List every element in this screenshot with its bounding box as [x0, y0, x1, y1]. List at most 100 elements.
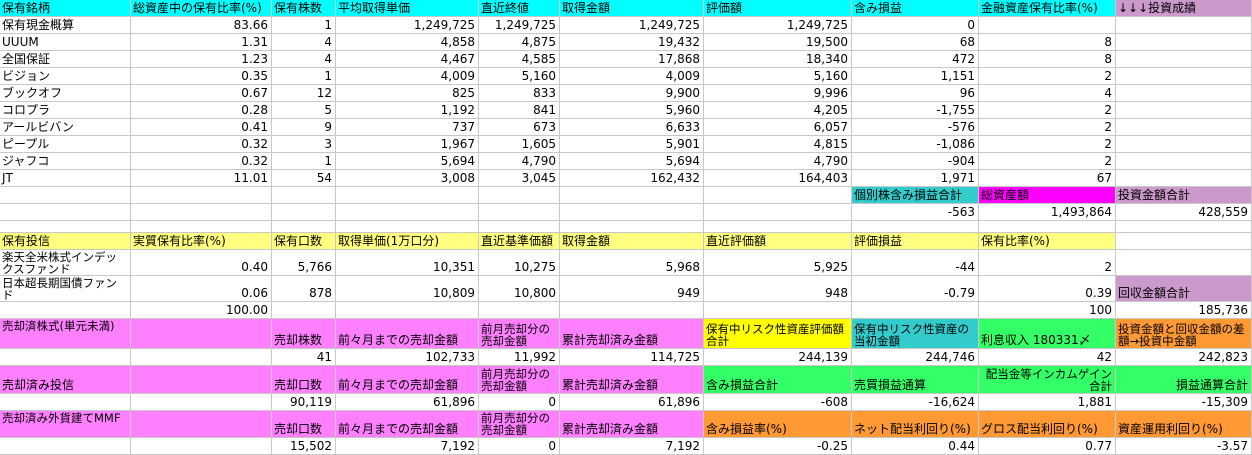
sheet-cell[interactable]: 1,493,864 — [979, 204, 1116, 221]
sheet-cell[interactable]: 114,725 — [560, 349, 704, 366]
sheet-cell[interactable]: 総資産中の保有比率(%) — [131, 0, 272, 17]
sheet-cell[interactable] — [272, 187, 336, 204]
sheet-cell[interactable]: 実質保有比率(%) — [131, 233, 272, 250]
sheet-cell[interactable]: 61,896 — [336, 394, 479, 411]
sheet-cell[interactable] — [0, 438, 131, 455]
sheet-cell[interactable] — [272, 204, 336, 221]
sheet-cell[interactable]: 保有中リスク性資産の当初金額 — [852, 319, 979, 349]
sheet-cell[interactable]: 全国保証 — [0, 51, 131, 68]
sheet-cell[interactable]: 1 — [272, 153, 336, 170]
sheet-cell[interactable]: 前月売却分の売却金額 — [479, 319, 560, 349]
sheet-cell[interactable]: 10,351 — [336, 250, 479, 276]
sheet-cell[interactable]: 4,585 — [479, 51, 560, 68]
sheet-cell[interactable]: 19,432 — [560, 34, 704, 51]
sheet-cell[interactable] — [479, 204, 560, 221]
sheet-cell[interactable]: 前々月までの売却金額 — [336, 366, 479, 394]
sheet-cell[interactable]: 10,275 — [479, 250, 560, 276]
sheet-cell[interactable]: 5,694 — [336, 153, 479, 170]
sheet-cell[interactable]: 0.32 — [131, 136, 272, 153]
sheet-cell[interactable]: 平均取得単価 — [336, 0, 479, 17]
sheet-cell[interactable] — [131, 221, 272, 233]
sheet-cell[interactable] — [1116, 153, 1252, 170]
sheet-cell[interactable] — [0, 349, 131, 366]
sheet-cell[interactable]: -1,086 — [852, 136, 979, 153]
sheet-cell[interactable] — [704, 187, 852, 204]
sheet-cell[interactable]: 保有銘柄 — [0, 0, 131, 17]
sheet-cell[interactable] — [1116, 221, 1252, 233]
sheet-cell[interactable]: 売却口数 — [272, 366, 336, 394]
sheet-cell[interactable]: 428,559 — [1116, 204, 1252, 221]
sheet-cell[interactable] — [852, 302, 979, 319]
sheet-cell[interactable]: 6,057 — [704, 119, 852, 136]
sheet-cell[interactable]: 前月売却分の売却金額 — [479, 411, 560, 438]
sheet-cell[interactable]: 7,192 — [560, 438, 704, 455]
sheet-cell[interactable]: 0.41 — [131, 119, 272, 136]
sheet-cell[interactable]: 評価額 — [704, 0, 852, 17]
sheet-cell[interactable]: 1,192 — [336, 102, 479, 119]
sheet-cell[interactable]: JT — [0, 170, 131, 187]
sheet-cell[interactable]: 5,766 — [272, 250, 336, 276]
sheet-cell[interactable]: 7,192 — [336, 438, 479, 455]
sheet-cell[interactable] — [479, 187, 560, 204]
sheet-cell[interactable]: 4 — [272, 34, 336, 51]
sheet-cell[interactable]: 54 — [272, 170, 336, 187]
sheet-cell[interactable]: ネット配当利回り(%) — [852, 411, 979, 438]
sheet-cell[interactable]: 取得金額 — [560, 233, 704, 250]
sheet-cell[interactable]: 2 — [979, 136, 1116, 153]
sheet-cell[interactable]: 185,736 — [1116, 302, 1252, 319]
sheet-cell[interactable]: 0.28 — [131, 102, 272, 119]
sheet-cell[interactable] — [1116, 51, 1252, 68]
sheet-cell[interactable] — [1116, 136, 1252, 153]
sheet-cell[interactable] — [979, 221, 1116, 233]
sheet-cell[interactable]: 825 — [336, 85, 479, 102]
sheet-cell[interactable]: 5,160 — [704, 68, 852, 85]
sheet-cell[interactable] — [336, 221, 479, 233]
sheet-cell[interactable] — [272, 221, 336, 233]
sheet-cell[interactable]: 保有株数 — [272, 0, 336, 17]
sheet-cell[interactable]: 162,432 — [560, 170, 704, 187]
sheet-cell[interactable]: ジャフコ — [0, 153, 131, 170]
sheet-cell[interactable]: 1,249,725 — [704, 17, 852, 34]
sheet-cell[interactable]: 2 — [979, 119, 1116, 136]
sheet-cell[interactable] — [131, 319, 272, 349]
sheet-cell[interactable]: 1,881 — [979, 394, 1116, 411]
sheet-cell[interactable] — [336, 187, 479, 204]
sheet-cell[interactable] — [272, 302, 336, 319]
sheet-cell[interactable]: 前々月までの売却金額 — [336, 319, 479, 349]
sheet-cell[interactable] — [979, 17, 1116, 34]
sheet-cell[interactable]: 11.01 — [131, 170, 272, 187]
sheet-cell[interactable]: 直近評価額 — [704, 233, 852, 250]
sheet-cell[interactable] — [560, 187, 704, 204]
sheet-cell[interactable]: 売却口数 — [272, 411, 336, 438]
sheet-cell[interactable]: 100.00 — [131, 302, 272, 319]
sheet-cell[interactable]: 直近基準価額 — [479, 233, 560, 250]
sheet-cell[interactable] — [131, 438, 272, 455]
sheet-cell[interactable]: 4,875 — [479, 34, 560, 51]
sheet-cell[interactable]: 9 — [272, 119, 336, 136]
sheet-cell[interactable]: 67 — [979, 170, 1116, 187]
sheet-cell[interactable]: 3,008 — [336, 170, 479, 187]
sheet-cell[interactable]: 直近終値 — [479, 0, 560, 17]
sheet-cell[interactable] — [1116, 34, 1252, 51]
sheet-cell[interactable]: 2 — [979, 68, 1116, 85]
sheet-cell[interactable]: 244,139 — [704, 349, 852, 366]
sheet-cell[interactable] — [336, 204, 479, 221]
sheet-cell[interactable]: 5,694 — [560, 153, 704, 170]
sheet-cell[interactable] — [131, 204, 272, 221]
sheet-cell[interactable]: 売買損益通算 — [852, 366, 979, 394]
sheet-cell[interactable]: ピープル — [0, 136, 131, 153]
sheet-cell[interactable]: 18,340 — [704, 51, 852, 68]
sheet-cell[interactable]: 投資金額合計 — [1116, 187, 1252, 204]
sheet-cell[interactable]: 1 — [272, 17, 336, 34]
sheet-cell[interactable] — [704, 302, 852, 319]
sheet-cell[interactable] — [1116, 250, 1252, 276]
sheet-cell[interactable]: 164,403 — [704, 170, 852, 187]
sheet-cell[interactable] — [704, 204, 852, 221]
sheet-cell[interactable]: 4,009 — [336, 68, 479, 85]
sheet-cell[interactable]: 含み損益 — [852, 0, 979, 17]
sheet-cell[interactable]: 前々月までの売却金額 — [336, 411, 479, 438]
sheet-cell[interactable]: 金融資産保有比率(%) — [979, 0, 1116, 17]
sheet-cell[interactable]: 保有比率(%) — [979, 233, 1116, 250]
sheet-cell[interactable] — [1116, 170, 1252, 187]
sheet-cell[interactable]: -576 — [852, 119, 979, 136]
